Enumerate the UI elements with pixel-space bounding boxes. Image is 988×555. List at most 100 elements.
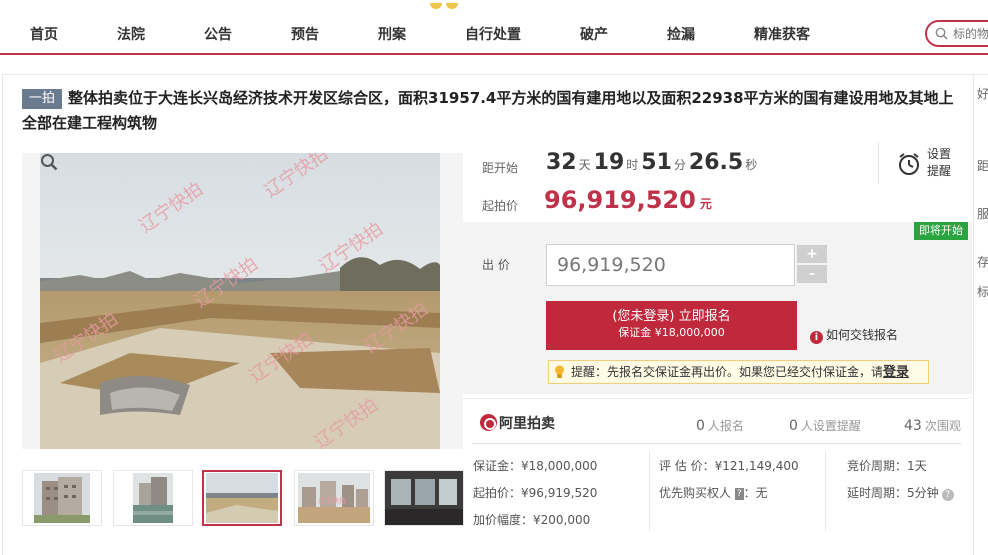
nav-item-bankruptcy[interactable]: 破产 bbox=[580, 24, 608, 44]
deposit-tip: 提醒：先报名交保证金再出价。如果您已经交付保证金，请登录 bbox=[548, 360, 929, 384]
countdown-label: 距开始 bbox=[482, 161, 519, 175]
nav-item-bargain[interactable]: 捡漏 bbox=[667, 24, 695, 44]
top-nav: 首页 法院 公告 预告 刑案 自行处置 破产 捡漏 精准获客 bbox=[0, 0, 988, 55]
view-count: 43 次围观 bbox=[904, 417, 961, 434]
auction-page: 首页 法院 公告 预告 刑案 自行处置 破产 捡漏 精准获客 好 距 服 存 标… bbox=[0, 0, 988, 555]
side-char: 好 bbox=[977, 87, 988, 101]
nav-item-precision-leads[interactable]: 精准获客 bbox=[754, 24, 810, 44]
right-side-panel: 好 距 服 存 标 bbox=[974, 74, 988, 555]
thumbnail[interactable] bbox=[113, 470, 193, 526]
reminder-count-value: 0 bbox=[789, 418, 798, 434]
how-to-pay-link[interactable]: i 如何交钱报名 bbox=[810, 326, 898, 344]
thumbnail[interactable]: 辽宁快拍 bbox=[294, 470, 374, 526]
delay-period-text: 延时周期：5分钟 bbox=[847, 486, 939, 500]
nav-item-criminal[interactable]: 刑案 bbox=[378, 24, 406, 44]
deposit-tip-text: 提醒：先报名交保证金再出价。如果您已经交付保证金，请 bbox=[571, 365, 884, 379]
countdown-hours-unit: 时 bbox=[626, 158, 639, 172]
increase-bid-button[interactable]: + bbox=[797, 245, 827, 263]
start-price: 96,919,520 元 bbox=[544, 186, 712, 214]
lightbulb-icon bbox=[555, 365, 564, 378]
priority-buyer-label: 优先购买权人 bbox=[659, 486, 732, 500]
nav-item-home[interactable]: 首页 bbox=[30, 24, 58, 44]
countdown-days-unit: 天 bbox=[578, 158, 591, 172]
auction-round-tag: 一拍 bbox=[22, 89, 63, 109]
countdown-minutes: 51 bbox=[641, 150, 672, 175]
detail-bid-period: 竞价周期：1天 bbox=[847, 459, 927, 473]
countdown-minutes-unit: 分 bbox=[673, 158, 686, 172]
bid-label: 出 价 bbox=[482, 258, 510, 272]
auction-details: 阿里拍卖 0 人报名 0 人设置提醒 43 次围观 保证金：¥18,000,000 起… bbox=[462, 398, 972, 555]
search-input[interactable] bbox=[953, 25, 988, 43]
side-char: 标 bbox=[977, 285, 988, 299]
countdown-seconds-unit: 秒 bbox=[745, 158, 758, 172]
thumbnail-image bbox=[133, 473, 173, 523]
start-price-value: 96,919,520 bbox=[544, 186, 696, 214]
auction-title: 整体拍卖位于大连长兴岛经济技术开发区综合区，面积31957.4平方米的国有建用地… bbox=[22, 89, 954, 132]
help-icon[interactable]: ? bbox=[941, 489, 954, 501]
thumbnail-strip: 辽宁快拍 bbox=[22, 470, 464, 526]
countdown-timer: 32 天 19 时 51 分 26.5 秒 bbox=[546, 150, 760, 175]
land-photo-image: 辽宁快拍 辽宁快拍 辽宁快拍 辽宁快拍 辽宁快拍 辽宁快拍 辽宁快拍 辽宁快拍 bbox=[40, 153, 440, 449]
countdown-seconds: 26.5 bbox=[688, 150, 744, 175]
thumbnail-image bbox=[34, 473, 90, 523]
bid-panel: 即将开始 出 价 + - (您未登录) 立即报名 保证金 ¥18,000,000… bbox=[462, 222, 972, 394]
nav-item-notice[interactable]: 公告 bbox=[204, 24, 232, 44]
auction-timing: 距开始 32 天 19 时 51 分 26.5 秒 设置提醒 起拍价 96,919,520 元 bbox=[462, 138, 972, 222]
priority-buyer-badge: ? bbox=[734, 488, 744, 500]
alibaba-auction-icon bbox=[480, 414, 497, 431]
detail-delay-period: 延时周期：5分钟? bbox=[847, 484, 954, 501]
how-to-pay-label: 如何交钱报名 bbox=[826, 328, 899, 342]
signup-count-label: 人报名 bbox=[707, 419, 744, 433]
bid-amount-input[interactable] bbox=[546, 244, 795, 286]
zoom-icon[interactable] bbox=[40, 153, 58, 171]
view-count-label: 次围观 bbox=[924, 419, 961, 433]
thumbnail-watermark: 辽宁快拍 bbox=[318, 496, 346, 505]
login-link[interactable]: 登录 bbox=[883, 365, 909, 380]
nav-item-self-disposal[interactable]: 自行处置 bbox=[465, 24, 521, 44]
countdown-hours: 19 bbox=[593, 150, 625, 175]
start-price-label: 起拍价 bbox=[482, 199, 519, 213]
info-icon: i bbox=[810, 331, 823, 344]
divider bbox=[649, 451, 650, 531]
platform-logo: 阿里拍卖 bbox=[480, 413, 555, 433]
detail-appraisal: 评 估 价：¥121,149,400 bbox=[659, 459, 799, 473]
detail-start-price: 起拍价：¥96,919,520 bbox=[473, 486, 598, 500]
side-char: 服 bbox=[977, 207, 988, 221]
nav-item-preview[interactable]: 预告 bbox=[291, 24, 319, 44]
signup-deposit-label: 保证金 ¥18,000,000 bbox=[618, 326, 725, 339]
detail-priority-buyer: 优先购买权人 ? ：无 bbox=[659, 484, 768, 501]
detail-deposit: 保证金：¥18,000,000 bbox=[473, 459, 598, 473]
search-box[interactable] bbox=[925, 20, 988, 47]
decrease-bid-button[interactable]: - bbox=[797, 265, 827, 283]
divider bbox=[472, 443, 962, 444]
signup-button[interactable]: (您未登录) 立即报名 保证金 ¥18,000,000 bbox=[546, 301, 797, 350]
platform-name: 阿里拍卖 bbox=[499, 416, 555, 432]
signup-count-value: 0 bbox=[696, 418, 705, 434]
view-count-value: 43 bbox=[904, 418, 922, 434]
alarm-clock-icon bbox=[899, 153, 919, 175]
side-char: 存 bbox=[977, 255, 988, 269]
thumbnail-image bbox=[385, 471, 463, 525]
start-price-unit: 元 bbox=[699, 197, 712, 211]
thumbnail[interactable] bbox=[22, 470, 102, 526]
main-photo[interactable]: 辽宁快拍 辽宁快拍 辽宁快拍 辽宁快拍 辽宁快拍 辽宁快拍 辽宁快拍 辽宁快拍 bbox=[22, 153, 463, 449]
countdown-days: 32 bbox=[546, 150, 577, 175]
auction-title-block: 一拍 整体拍卖位于大连长兴岛经济技术开发区综合区，面积31957.4平方米的国有建… bbox=[22, 86, 967, 136]
detail-increment: 加价幅度：¥200,000 bbox=[473, 513, 591, 527]
nav-item-court[interactable]: 法院 bbox=[117, 24, 145, 44]
side-char: 距 bbox=[977, 159, 988, 173]
thumbnail-image: 辽宁快拍 bbox=[298, 473, 370, 523]
search-icon bbox=[935, 27, 948, 40]
thumbnail-selected[interactable] bbox=[202, 470, 282, 526]
signup-count: 0 人报名 bbox=[696, 417, 744, 434]
set-reminder-button[interactable]: 设置提醒 bbox=[878, 142, 968, 184]
divider bbox=[825, 451, 826, 531]
thumbnail[interactable] bbox=[384, 470, 464, 526]
reminder-count-label: 人设置提醒 bbox=[800, 419, 861, 433]
thumbnail-image bbox=[206, 473, 278, 523]
reminder-count: 0 人设置提醒 bbox=[789, 417, 861, 434]
signup-button-label: (您未登录) 立即报名 bbox=[612, 309, 731, 324]
status-badge: 即将开始 bbox=[914, 222, 968, 240]
priority-buyer-value: ：无 bbox=[743, 486, 768, 500]
set-reminder-label: 设置提醒 bbox=[927, 147, 952, 178]
